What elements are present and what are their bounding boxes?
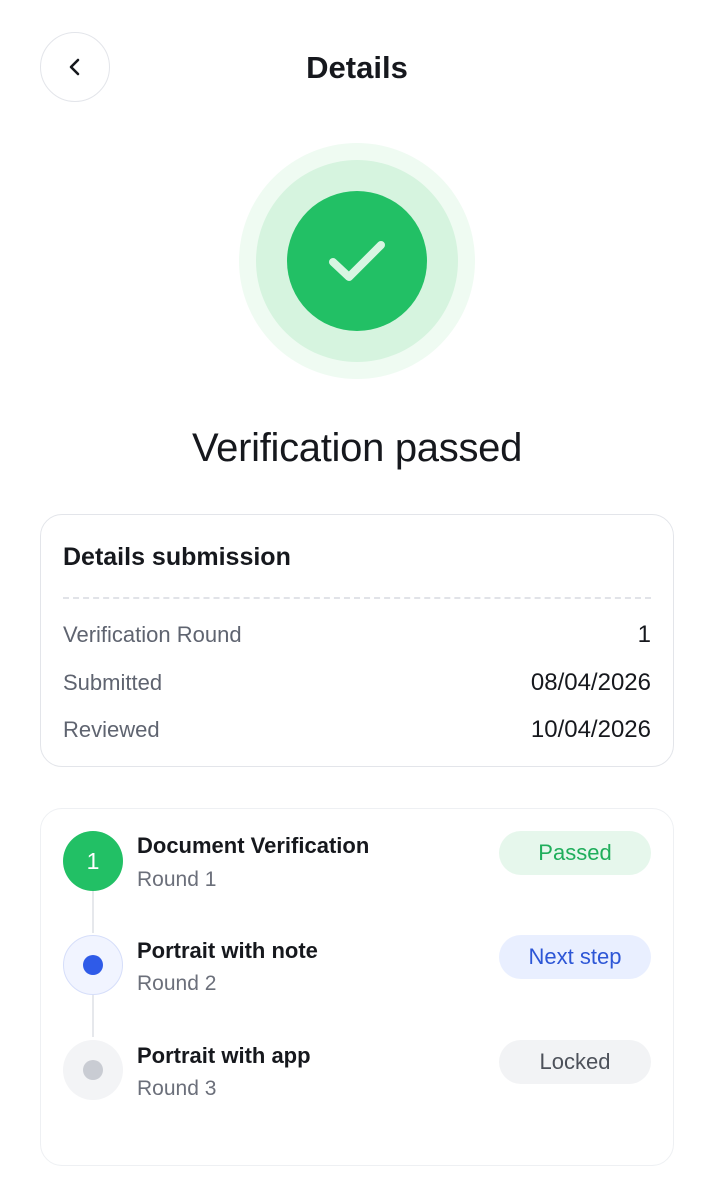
checkmark-icon: [329, 241, 385, 281]
step-subtitle: Round 3: [137, 1077, 217, 1100]
detail-value: 1: [637, 621, 651, 648]
status-badge-passed: Passed: [499, 831, 651, 875]
step-title: Portrait with app: [137, 1043, 311, 1068]
detail-label: Submitted: [63, 670, 163, 695]
detail-row-submitted: Submitted 08/04/2026: [63, 667, 651, 699]
details-card-title: Details submission: [63, 543, 291, 571]
verification-details-screen: Details Verification passed Details subm…: [0, 0, 714, 1200]
step-number-badge: 1: [63, 831, 123, 891]
detail-row-reviewed: Reviewed 10/04/2026: [63, 714, 651, 746]
detail-value: 10/04/2026: [530, 716, 651, 743]
step-title: Portrait with note: [137, 938, 318, 963]
step-connector: [92, 995, 94, 1037]
page-title: Details: [306, 50, 408, 85]
step-indicator-locked: [63, 1040, 123, 1100]
detail-label: Verification Round: [63, 622, 242, 647]
success-badge: [287, 191, 427, 331]
step-subtitle: Round 1: [137, 868, 217, 891]
status-badge-locked: Locked: [499, 1040, 651, 1084]
inactive-dot-icon: [83, 1060, 103, 1080]
detail-row-round: Verification Round 1: [63, 619, 651, 651]
step-indicator-next: [63, 935, 123, 995]
detail-value: 08/04/2026: [530, 669, 651, 696]
step-title: Document Verification: [137, 833, 370, 858]
details-card: Details submission Verification Round 1 …: [40, 514, 674, 767]
detail-label: Reviewed: [63, 717, 160, 742]
active-dot-icon: [83, 955, 103, 975]
divider: [63, 597, 651, 599]
result-title: Verification passed: [191, 426, 523, 470]
step-subtitle: Round 2: [137, 972, 217, 995]
steps-card: 1 Document Verification Round 1 Passed P…: [40, 808, 674, 1166]
step-connector: [92, 891, 94, 933]
next-step-button[interactable]: Next step: [499, 935, 651, 979]
